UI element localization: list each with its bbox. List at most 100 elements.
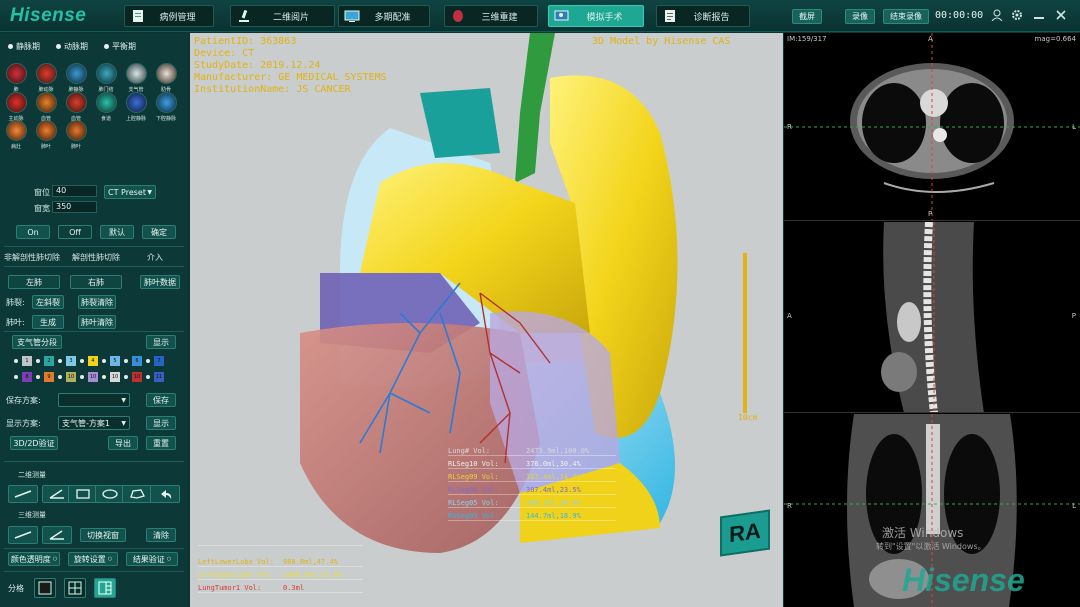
- color-transparency-button[interactable]: 颜色透明度 ○: [8, 552, 60, 566]
- segment-radio[interactable]: [14, 375, 18, 379]
- nav-2d-reading[interactable]: 二维阅片: [230, 5, 335, 27]
- segment-radio[interactable]: [146, 375, 150, 379]
- layout-grid-button[interactable]: [64, 578, 86, 598]
- lobe-clear-button[interactable]: 肺叶清除: [78, 315, 116, 329]
- on-button[interactable]: On: [16, 225, 50, 239]
- minimize-icon[interactable]: [1032, 8, 1046, 22]
- 3d-2d-verify-button[interactable]: 3D/2D验证: [10, 436, 58, 450]
- segment-radio[interactable]: [36, 375, 40, 379]
- coronal-view[interactable]: R L 激活 Windows 转到"设置"以激活 Windows。 Hisens…: [784, 414, 1080, 607]
- save-scheme-select[interactable]: ▼: [58, 393, 130, 407]
- record-button[interactable]: 录像: [845, 9, 875, 24]
- show-segments-button[interactable]: 显示: [146, 335, 176, 349]
- segment-color-swatch[interactable]: 9: [44, 372, 54, 382]
- segment-color-swatch[interactable]: 3: [66, 356, 76, 366]
- orientation-cube[interactable]: RA: [720, 509, 770, 557]
- thumb-esophagus[interactable]: 食道: [94, 92, 118, 122]
- window-level-input[interactable]: 40: [52, 185, 97, 197]
- rotation-settings-button[interactable]: 旋转设置 ○: [68, 552, 118, 566]
- nav-simulated-surgery[interactable]: 模拟手术: [548, 5, 644, 27]
- thumb-aorta[interactable]: 主动脉: [4, 92, 28, 122]
- thumb-lobe-2[interactable]: 肺叶: [64, 120, 88, 150]
- 3d-viewport[interactable]: PatientID: 363863 Device: CT StudyDate: 20…: [190, 33, 783, 607]
- thumb-lung[interactable]: 肺: [4, 63, 28, 93]
- segment-radio[interactable]: [102, 359, 106, 363]
- segment-radio[interactable]: [124, 359, 128, 363]
- ct-preset-select[interactable]: CT Preset ▼: [104, 185, 156, 199]
- segment-radio[interactable]: [58, 359, 62, 363]
- gear-icon[interactable]: [1010, 8, 1024, 22]
- segment-radio[interactable]: [36, 359, 40, 363]
- segment-color-swatch[interactable]: 10: [88, 372, 98, 382]
- segment-color-swatch[interactable]: 10: [132, 372, 142, 382]
- layout-single-button[interactable]: [34, 578, 56, 598]
- generate-button[interactable]: 生成: [32, 315, 64, 329]
- export-button[interactable]: 导出: [108, 436, 138, 450]
- sagittal-view[interactable]: A P: [784, 222, 1080, 413]
- close-icon[interactable]: [1054, 8, 1068, 22]
- segment-radio[interactable]: [58, 375, 62, 379]
- phase-arterial-radio[interactable]: 动脉期: [56, 41, 88, 52]
- segment-color-swatch[interactable]: 7: [154, 356, 164, 366]
- default-button[interactable]: 默认: [100, 225, 134, 239]
- segment-radio[interactable]: [80, 375, 84, 379]
- thumb-rib[interactable]: 肋骨: [154, 63, 178, 93]
- nav-multi-phase-registration[interactable]: 多期配准: [338, 5, 430, 27]
- segment-color-swatch[interactable]: 1: [22, 356, 32, 366]
- segment-color-swatch[interactable]: 10: [110, 372, 120, 382]
- display-button[interactable]: 显示: [146, 416, 176, 430]
- nav-diagnosis-report[interactable]: 诊断报告: [656, 5, 750, 27]
- phase-equilibrium-radio[interactable]: 平衡期: [104, 41, 136, 52]
- stop-record-button[interactable]: 结束录像: [883, 9, 929, 24]
- undo-measure-tool[interactable]: [150, 485, 180, 503]
- screenshot-button[interactable]: 截屏: [792, 9, 822, 24]
- axial-view[interactable]: IM:159/317 mag=0.664 A P R L: [784, 33, 1080, 221]
- thumb-pulmonary-artery[interactable]: 肺动脉: [34, 63, 58, 93]
- display-scheme-select[interactable]: 支气管-方案1 ▼: [58, 416, 130, 430]
- thumb-hilar[interactable]: 肺门结: [94, 63, 118, 93]
- thumb-lobe-1[interactable]: 肺叶: [34, 120, 58, 150]
- segment-color-swatch[interactable]: 4: [88, 356, 98, 366]
- polygon-measure-tool[interactable]: [122, 485, 152, 503]
- segment-color-swatch[interactable]: 11: [154, 372, 164, 382]
- off-button[interactable]: Off: [58, 225, 92, 239]
- thumb-ivc[interactable]: 下腔静脉: [154, 92, 178, 122]
- line-measure-tool[interactable]: [8, 485, 38, 503]
- segment-color-swatch[interactable]: 5: [110, 356, 120, 366]
- thumb-vessel-2[interactable]: 血管: [64, 92, 88, 122]
- tab-lobe-data[interactable]: 肺叶数据: [140, 275, 180, 289]
- thumb-svc[interactable]: 上腔静脉: [124, 92, 148, 122]
- segment-radio[interactable]: [102, 375, 106, 379]
- clear-button[interactable]: 清除: [146, 528, 176, 542]
- 3d-angle-tool[interactable]: [42, 526, 72, 544]
- segment-color-swatch[interactable]: 6: [132, 356, 142, 366]
- segment-color-swatch[interactable]: 10: [66, 372, 76, 382]
- window-width-input[interactable]: 350: [52, 201, 97, 213]
- nav-3d-reconstruction[interactable]: 三维重建: [444, 5, 538, 27]
- tab-interventional[interactable]: 介入: [147, 252, 163, 263]
- nav-case-management[interactable]: 病例管理: [124, 5, 214, 27]
- thumb-bronchus[interactable]: 支气管: [124, 63, 148, 93]
- tab-anatomical-resection[interactable]: 解剖性肺切除: [72, 252, 120, 263]
- tab-left-lung[interactable]: 左肺: [8, 275, 60, 289]
- phase-venous-radio[interactable]: 静脉期: [8, 41, 40, 52]
- 3d-line-tool[interactable]: [8, 526, 38, 544]
- left-oblique-fissure-button[interactable]: 左斜裂: [32, 295, 64, 309]
- segment-radio[interactable]: [124, 375, 128, 379]
- thumb-lesion[interactable]: 病灶: [4, 120, 28, 150]
- tab-right-lung[interactable]: 右肺: [70, 275, 122, 289]
- confirm-button[interactable]: 确定: [142, 225, 176, 239]
- thumb-vessel-1[interactable]: 血管: [34, 92, 58, 122]
- segment-radio[interactable]: [146, 359, 150, 363]
- segment-radio[interactable]: [14, 359, 18, 363]
- save-button[interactable]: 保存: [146, 393, 176, 407]
- ellipse-measure-tool[interactable]: [95, 485, 125, 503]
- segment-color-swatch[interactable]: 8: [22, 372, 32, 382]
- user-icon[interactable]: [990, 8, 1004, 22]
- segment-color-swatch[interactable]: 2: [44, 356, 54, 366]
- result-verify-button[interactable]: 结果验证 ○: [126, 552, 178, 566]
- tab-non-anatomical-resection[interactable]: 非解剖性肺切除: [4, 252, 60, 263]
- thumb-pulmonary-vein[interactable]: 肺静脉: [64, 63, 88, 93]
- layout-1plus3-button[interactable]: [94, 578, 116, 598]
- switch-view-button[interactable]: 切换视窗: [80, 528, 126, 542]
